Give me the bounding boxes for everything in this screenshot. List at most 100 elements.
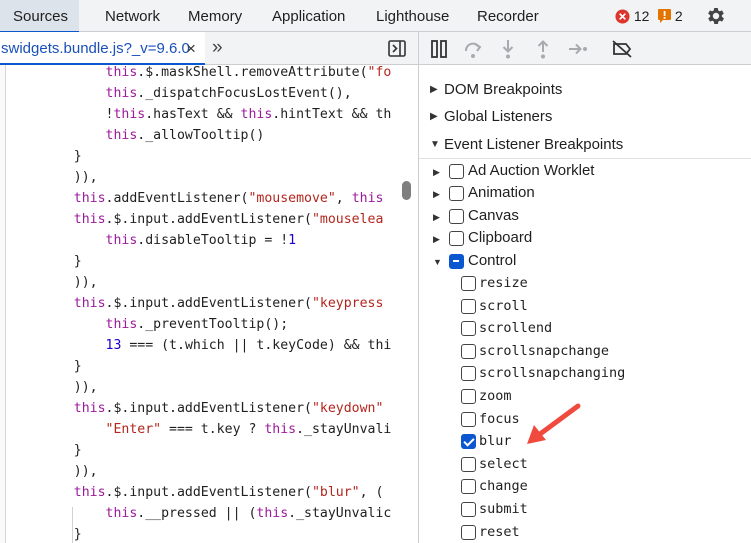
debugger-toolbar: [419, 32, 751, 65]
file-tab[interactable]: swidgets.bundle.js?_v=9.6.0 ×: [0, 32, 205, 66]
warning-badge[interactable]: 2: [658, 7, 683, 25]
collapsed-triangle-icon: ▶: [430, 84, 438, 95]
code-editor[interactable]: this.$.maskShell.removeAttribute("fo thi…: [0, 65, 418, 543]
tab-network[interactable]: Network: [105, 0, 160, 32]
code-line: }: [42, 443, 82, 458]
editor-tab-bar: swidgets.bundle.js?_v=9.6.0 × »: [0, 32, 418, 66]
event-checkbox[interactable]: [461, 389, 476, 404]
tab-memory[interactable]: Memory: [188, 0, 242, 32]
section-label: DOM Breakpoints: [444, 81, 563, 98]
event-checkbox[interactable]: [461, 366, 476, 382]
collapsed-triangle-icon: ▶: [433, 189, 440, 199]
category-checkbox[interactable]: [449, 164, 464, 179]
section-label: Event Listener Breakpoints: [444, 136, 624, 153]
category-clipboard[interactable]: ▶ Clipboard: [419, 228, 739, 250]
step-icon[interactable]: [567, 38, 589, 60]
category-canvas[interactable]: ▶ Canvas: [419, 206, 739, 228]
event-checkbox[interactable]: [461, 479, 476, 495]
event-row-resize[interactable]: resize: [419, 273, 719, 295]
annotation-arrow-icon: [527, 403, 581, 444]
panel-tab-bar: Sources Network Memory Application Light…: [0, 0, 751, 33]
event-label: scrollsnapchanging: [479, 365, 626, 382]
code-line: this._allowTooltip(): [105, 128, 265, 143]
code-line: }: [42, 359, 82, 374]
event-row-reset[interactable]: reset: [419, 522, 719, 543]
code-line: this.$.maskShell.removeAttribute("fo: [105, 65, 392, 80]
editor-scrollbar-thumb[interactable]: [402, 181, 411, 200]
category-label: Control: [468, 252, 517, 269]
event-row-change[interactable]: change: [419, 476, 719, 498]
error-count: 12: [633, 8, 650, 24]
warning-count: 2: [674, 8, 683, 24]
event-label: zoom: [479, 388, 512, 404]
section-dom-breakpoints[interactable]: ▶ DOM Breakpoints: [419, 76, 751, 103]
event-label: submit: [479, 501, 528, 517]
error-badge[interactable]: 12: [615, 7, 649, 25]
event-checkbox[interactable]: [461, 411, 476, 427]
code-line: this.addEventListener("mousemove", this: [73, 191, 384, 206]
code-line: )),: [42, 380, 98, 395]
code-line: }: [42, 254, 82, 269]
category-ad-auction-worklet[interactable]: ▶ Ad Auction Worklet: [419, 161, 739, 183]
category-label: Canvas: [468, 207, 519, 224]
toggle-debugger-sidebar-icon[interactable]: [388, 40, 406, 57]
collapsed-triangle-icon: ▶: [433, 212, 440, 222]
event-checkbox[interactable]: [461, 456, 476, 472]
event-checkbox[interactable]: [461, 276, 476, 291]
deactivate-breakpoints-icon[interactable]: [611, 38, 633, 60]
settings-gear-icon[interactable]: [705, 5, 727, 27]
category-checkbox[interactable]: [449, 186, 464, 201]
code-line: this.disableTooltip = !1: [105, 233, 297, 248]
code-line: )),: [42, 464, 98, 479]
error-icon: [615, 9, 630, 24]
code-line: }: [42, 149, 82, 164]
step-over-icon[interactable]: [462, 38, 484, 60]
more-tabs-chevron-icon[interactable]: »: [212, 37, 222, 59]
event-checkbox[interactable]: [461, 434, 476, 450]
event-checkbox[interactable]: [461, 321, 476, 337]
code-line: )),: [42, 275, 98, 290]
tab-lighthouse[interactable]: Lighthouse: [376, 0, 449, 32]
code-line: this.$.input.addEventListener("blur", (: [73, 485, 384, 500]
event-label: scroll: [479, 297, 528, 314]
category-checkbox[interactable]: [449, 209, 464, 224]
file-tab-name: swidgets.bundle.js?_v=9.6.0: [1, 40, 190, 57]
collapsed-triangle-icon: ▶: [433, 234, 440, 244]
event-checkbox[interactable]: [461, 343, 476, 359]
event-checkbox[interactable]: [461, 298, 476, 314]
event-checkbox[interactable]: [461, 502, 476, 517]
event-row-select[interactable]: select: [419, 454, 719, 476]
category-label: Clipboard: [468, 229, 533, 246]
event-row-scrollend[interactable]: scrollend: [419, 318, 719, 340]
event-row-scrollsnapchange[interactable]: scrollsnapchange: [419, 341, 719, 363]
tab-sources[interactable]: Sources: [0, 0, 79, 33]
section-event-listener-breakpoints[interactable]: ▼ Event Listener Breakpoints: [419, 131, 751, 158]
tab-recorder[interactable]: Recorder: [477, 0, 539, 32]
pause-resume-icon[interactable]: [428, 38, 450, 60]
event-row-scroll[interactable]: scroll: [419, 296, 719, 318]
line-gutter: [0, 65, 6, 543]
category-control[interactable]: ▼ Control: [419, 251, 739, 273]
expanded-triangle-icon: ▼: [430, 139, 440, 150]
category-animation[interactable]: ▶ Animation: [419, 183, 739, 205]
code-line: this._dispatchFocusLostEvent(),: [105, 86, 352, 101]
step-out-icon[interactable]: [532, 38, 554, 60]
code-line: this.$.input.addEventListener("mouselea: [73, 212, 384, 227]
event-label: scrollend: [479, 320, 553, 337]
code-line: !this.hasText && this.hintText && th: [42, 107, 392, 122]
code-line: }: [42, 527, 82, 542]
indent-guide: [72, 507, 73, 543]
event-label: change: [479, 478, 528, 495]
code-line: "Enter" === t.key ? this._stayUnvali: [105, 422, 392, 437]
event-row-scrollsnapchanging[interactable]: scrollsnapchanging: [419, 363, 719, 385]
event-checkbox[interactable]: [461, 524, 476, 540]
step-into-icon[interactable]: [497, 38, 519, 60]
event-label: focus: [479, 410, 520, 427]
section-global-listeners[interactable]: ▶ Global Listeners: [419, 103, 751, 130]
category-checkbox-mixed[interactable]: [449, 254, 464, 269]
tab-application[interactable]: Application: [272, 0, 345, 32]
event-label: scrollsnapchange: [479, 342, 610, 359]
category-checkbox[interactable]: [449, 231, 464, 246]
close-tab-icon[interactable]: ×: [186, 39, 196, 59]
event-row-submit[interactable]: submit: [419, 499, 719, 521]
